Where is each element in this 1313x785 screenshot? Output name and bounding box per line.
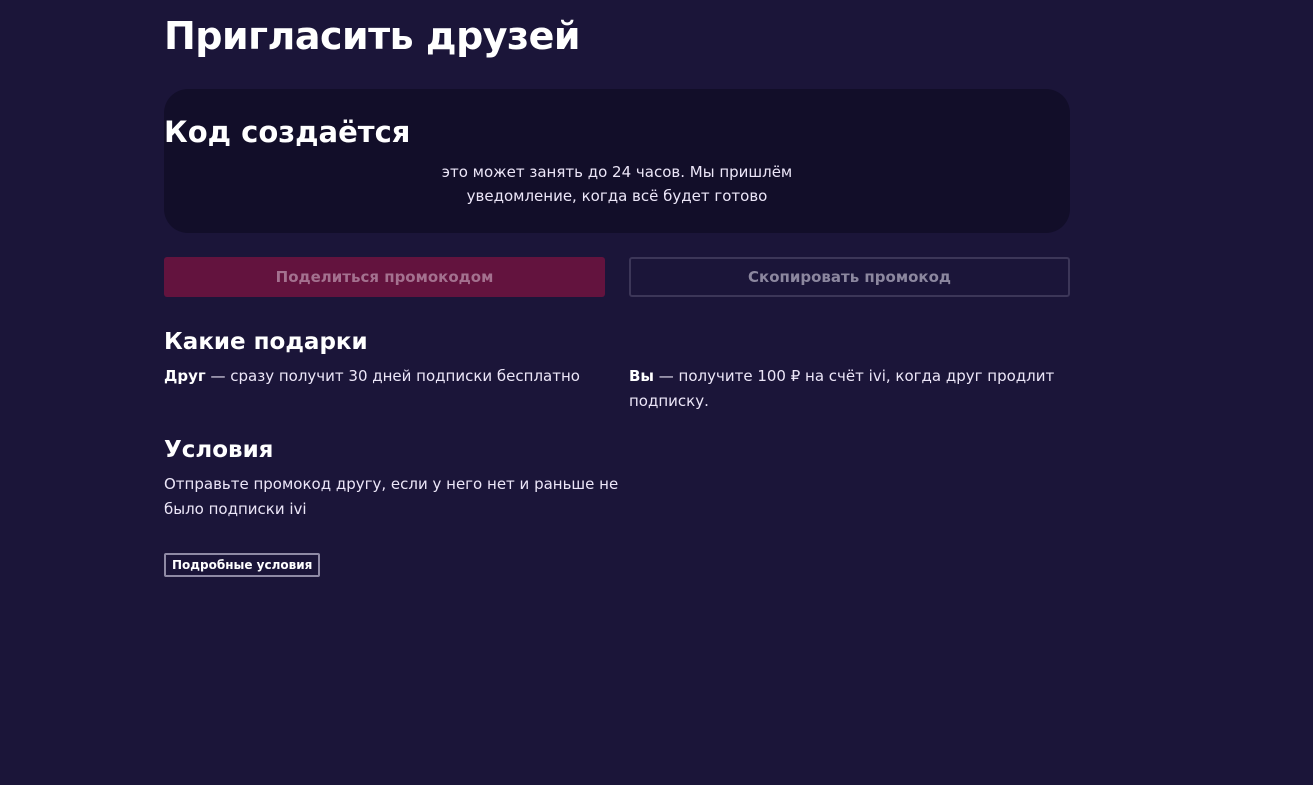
copy-promocode-button[interactable]: Скопировать промокод (629, 257, 1070, 297)
gift-friend-label: Друг (164, 367, 206, 385)
share-promocode-button[interactable]: Поделиться промокодом (164, 257, 605, 297)
gift-friend: Друг — сразу получит 30 дней подписки бе… (164, 364, 605, 389)
page-title: Пригласить друзей (164, 14, 581, 58)
terms-title: Условия (164, 437, 274, 463)
gift-you-label: Вы (629, 367, 654, 385)
detailed-terms-button[interactable]: Подробные условия (164, 553, 321, 577)
gift-you-text: — получите 100 ₽ на счёт ivi, когда друг… (629, 367, 1055, 410)
terms-text: Отправьте промокод другу, если у него не… (164, 475, 619, 518)
code-status-title: Код создаётся (164, 115, 411, 149)
code-status-text: это может занять до 24 часов. Мы пришлём… (441, 163, 793, 205)
gift-friend-text: — сразу получит 30 дней подписки бесплат… (205, 367, 580, 385)
gift-you: Вы — получите 100 ₽ на счёт ivi, когда д… (629, 364, 1070, 414)
gifts-title: Какие подарки (164, 329, 368, 355)
